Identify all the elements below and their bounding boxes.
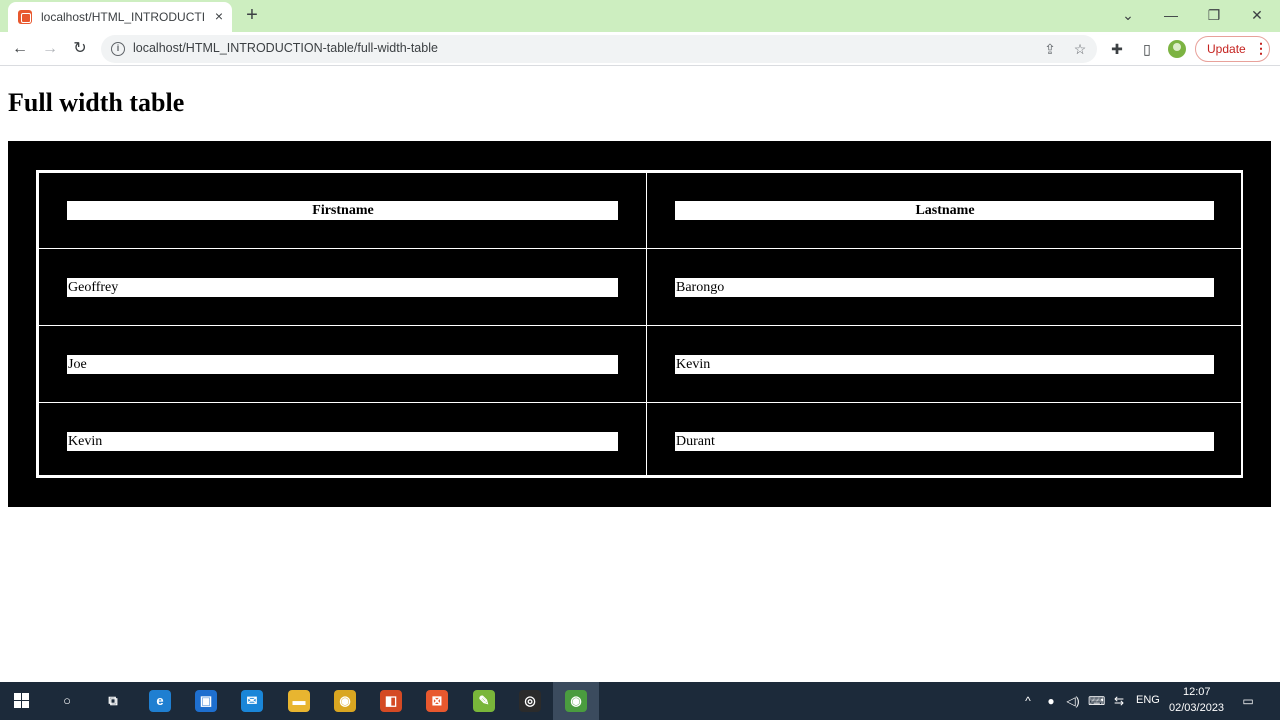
clock-date[interactable]: 02/03/2023	[1169, 702, 1224, 714]
table-row: Kevin	[646, 325, 1243, 403]
table-row: Kevin	[38, 402, 647, 476]
share-icon[interactable]: ⇪	[1041, 40, 1059, 58]
office-icon: ◧	[380, 690, 402, 712]
language-indicator[interactable]: ENG	[1136, 694, 1160, 706]
forward-button[interactable]: →	[38, 37, 62, 61]
cell-lastname: Kevin	[675, 355, 1214, 374]
browser-title-bar: localhost/HTML_INTRODUCTION × + ⌄ — ❐ ✕	[0, 0, 1280, 32]
tab-title: localhost/HTML_INTRODUCTION	[41, 10, 205, 24]
chrome-icon: ◉	[334, 690, 356, 712]
volume-icon[interactable]: ◁)	[1065, 693, 1081, 709]
folder-icon: ▬	[288, 690, 310, 712]
search-circle-icon: ○	[56, 690, 78, 712]
reload-button[interactable]: ↻	[68, 37, 92, 61]
taskbar-app-office[interactable]: ◧	[368, 682, 414, 720]
taskbar-app-xampp[interactable]: ⊠	[414, 682, 460, 720]
start-button[interactable]	[0, 682, 46, 720]
browser-toolbar: ← → ↻ i localhost/HTML_INTRODUCTION-tabl…	[0, 32, 1280, 66]
recorder-icon: ◎	[519, 690, 541, 712]
table-row: Joe	[38, 325, 647, 403]
cell-lastname: Barongo	[675, 278, 1214, 297]
minimize-button[interactable]: —	[1159, 4, 1183, 26]
windows-logo-icon	[14, 693, 30, 709]
update-label: Update	[1207, 42, 1246, 56]
show-hidden-icons-icon[interactable]: ^	[1020, 693, 1036, 709]
tab-close-icon[interactable]: ×	[211, 7, 227, 25]
store-icon: ▣	[195, 690, 217, 712]
cell-firstname: Kevin	[67, 432, 618, 451]
table-row: Barongo	[646, 248, 1243, 326]
profile-avatar-icon[interactable]	[1168, 40, 1186, 58]
new-tab-button[interactable]: +	[242, 5, 262, 25]
table-header-cell: Firstname	[38, 172, 647, 249]
xampp-favicon-icon	[18, 10, 32, 24]
mail-icon: ✉	[241, 690, 263, 712]
update-button[interactable]: Update ⋮	[1195, 36, 1270, 62]
site-info-icon[interactable]: i	[111, 42, 125, 56]
page-title: Full width table	[8, 88, 185, 117]
xampp-icon: ⊠	[426, 690, 448, 712]
address-bar[interactable]: i localhost/HTML_INTRODUCTION-table/full…	[101, 35, 1097, 63]
taskbar-app-chrome[interactable]: ◉	[322, 682, 368, 720]
notepad-icon: ✎	[473, 690, 495, 712]
taskbar-app-store[interactable]: ▣	[183, 682, 229, 720]
taskbar-app-notepad-plus[interactable]: ✎	[461, 682, 507, 720]
taskbar-app-mail[interactable]: ✉	[229, 682, 275, 720]
task-view-icon: ⧉	[102, 690, 124, 712]
notification-center-icon[interactable]: ▭	[1240, 693, 1256, 709]
microphone-icon[interactable]: ●	[1043, 693, 1059, 709]
bookmark-star-icon[interactable]: ☆	[1071, 40, 1089, 58]
tab-search-icon[interactable]: ⌄	[1116, 4, 1140, 26]
header-firstname: Firstname	[67, 201, 618, 220]
clock-time[interactable]: 12:07	[1183, 686, 1211, 698]
taskbar-app-file-explorer[interactable]: ▬	[276, 682, 322, 720]
browser-tab[interactable]: localhost/HTML_INTRODUCTION ×	[8, 2, 232, 32]
full-width-table: Firstname Lastname Geoffrey Barongo Joe …	[8, 141, 1271, 507]
extensions-puzzle-icon[interactable]: ✚	[1106, 38, 1128, 60]
back-button[interactable]: ←	[8, 37, 32, 61]
input-indicator-icon[interactable]: ⌨	[1088, 693, 1105, 709]
side-panel-icon[interactable]: ▯	[1136, 38, 1158, 60]
close-window-button[interactable]: ✕	[1245, 4, 1269, 26]
network-icon[interactable]: ⇆	[1111, 693, 1127, 709]
table-row: Durant	[646, 402, 1243, 476]
cell-lastname: Durant	[675, 432, 1214, 451]
taskbar-app-edge[interactable]: e	[137, 682, 183, 720]
header-lastname: Lastname	[675, 201, 1214, 220]
url-text[interactable]: localhost/HTML_INTRODUCTION-table/full-w…	[133, 41, 438, 55]
windows-taskbar: ○ ⧉ e ▣ ✉ ▬ ◉ ◧ ⊠ ✎ ◎ ◉ ^ ● ◁) ⌨ ⇆ ENG 12:07 02/03/…	[0, 682, 1280, 720]
cell-firstname: Geoffrey	[67, 278, 618, 297]
restore-button[interactable]: ❐	[1202, 4, 1226, 26]
table-row: Geoffrey	[38, 248, 647, 326]
taskbar-app-obs[interactable]: ◎	[507, 682, 553, 720]
kebab-menu-icon[interactable]: ⋮	[1254, 40, 1268, 57]
table-header-cell: Lastname	[646, 172, 1243, 249]
cell-firstname: Joe	[67, 355, 618, 374]
chrome-icon: ◉	[565, 690, 587, 712]
table-grid: Firstname Lastname Geoffrey Barongo Joe …	[36, 170, 1243, 478]
taskbar-app-task-view[interactable]: ⧉	[90, 682, 136, 720]
taskbar-app-chrome-active[interactable]: ◉	[553, 682, 599, 720]
edge-icon: e	[149, 690, 171, 712]
taskbar-app-search[interactable]: ○	[44, 682, 90, 720]
